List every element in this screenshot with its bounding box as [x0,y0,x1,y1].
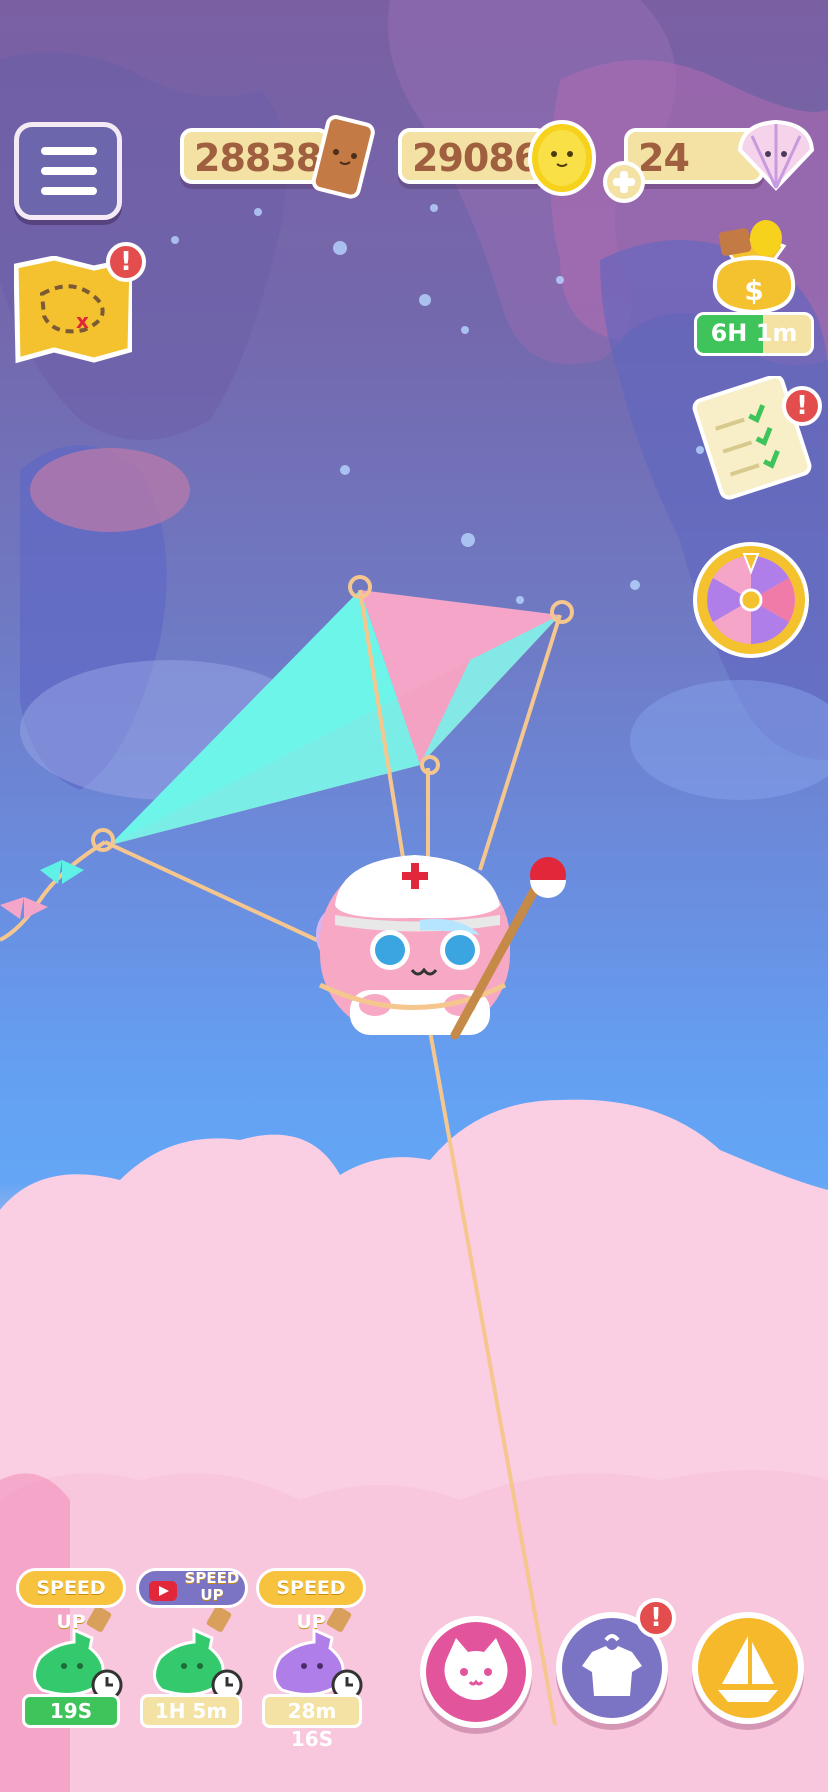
bottle-timer-2: 1H 5m [140,1694,242,1728]
bottle-timer-3: 28m 16S [262,1694,362,1751]
treasure-map-button[interactable]: x ! [13,242,146,366]
coin-icon [528,120,596,196]
svg-text:x: x [76,309,89,333]
svg-text:$: $ [744,274,763,307]
quests-alert-badge: ! [782,386,822,426]
bottle-timer-1: 19S [22,1694,120,1728]
sailboat-icon [718,1636,778,1702]
speedup-tag-1[interactable]: SPEED UP [16,1568,126,1633]
cats-button[interactable] [420,1616,532,1728]
map-alert-badge: ! [106,242,146,282]
video-icon [149,1581,177,1601]
game-scene: x ! 28838 29086 24 $ 6H 1m ! SPEED UP 19… [0,0,828,1792]
offline-earnings-button[interactable]: $ 6H 1m [690,216,818,364]
shell-icon [737,119,815,191]
wood-plank-icon [311,115,375,199]
speedup-video-tag[interactable]: SPEED UP [136,1568,248,1608]
coin-amount: 29086 [412,136,540,180]
speedup-bottle-3[interactable]: SPEED UP 28m 16S [256,1568,368,1751]
plus-icon[interactable] [602,160,646,204]
speedup-tag-label: SPEED UP [184,1569,240,1604]
speedup-tag-3[interactable]: SPEED UP [256,1568,366,1633]
outfits-button[interactable]: ! [556,1598,676,1724]
bottle-timer-text: 1H 5m [154,1699,228,1723]
kite-tail-bows [0,860,84,919]
prize-wheel-button[interactable] [692,536,810,660]
menu-button[interactable] [14,122,122,220]
offline-timer-text: 6H 1m [710,319,798,347]
speedup-bottle-1[interactable]: SPEED UP 19S [16,1568,126,1728]
wood-amount: 28838 [194,136,322,180]
cat-face-icon [444,1638,508,1700]
money-bag-icon: $ [712,220,796,315]
offline-timer: 6H 1m [694,312,814,356]
nurse-cat-character [316,855,566,1040]
outfits-alert-badge: ! [636,1598,676,1638]
speedup-bottle-2[interactable]: SPEED UP 1H 5m [136,1568,248,1728]
prize-wheel-icon [693,542,809,658]
bottle-timer-text: 28m 16S [287,1699,337,1751]
boat-button[interactable] [692,1612,804,1724]
bottle-timer-text: 19S [49,1699,93,1723]
quests-button[interactable]: ! [686,374,822,500]
kite [0,575,574,1726]
